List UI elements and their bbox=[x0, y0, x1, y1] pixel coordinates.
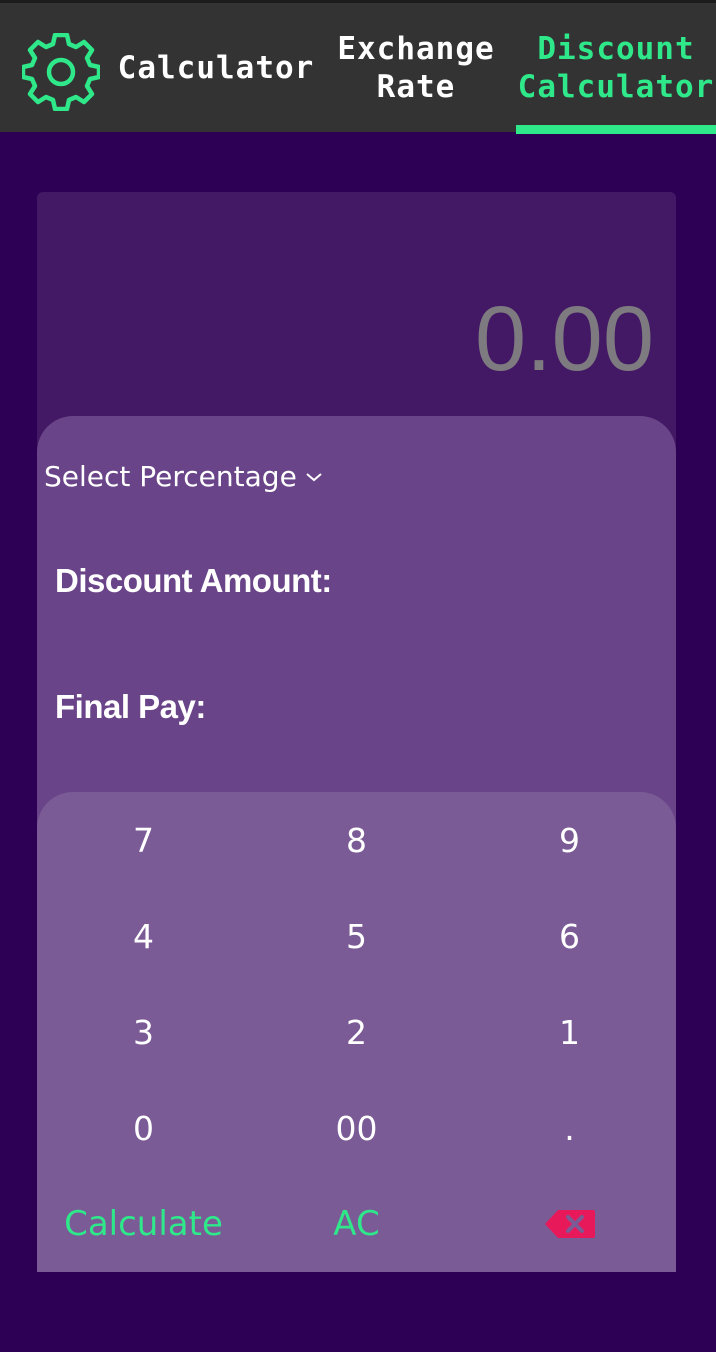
tab-calculator-label: Calculator bbox=[117, 49, 315, 86]
backspace-button[interactable] bbox=[463, 1176, 676, 1272]
active-tab-indicator bbox=[516, 125, 716, 134]
key-6[interactable]: 6 bbox=[463, 888, 676, 984]
tab-exchange-rate-label: Exchange Rate bbox=[337, 30, 494, 106]
discount-amount-label: Discount Amount: bbox=[55, 562, 332, 599]
key-00[interactable]: 00 bbox=[250, 1080, 463, 1176]
discount-info-panel: Select Percentage Discount Amount: Final… bbox=[37, 416, 676, 836]
key-9[interactable]: 9 bbox=[463, 792, 676, 888]
gear-icon[interactable] bbox=[22, 33, 100, 111]
clear-button[interactable]: AC bbox=[250, 1176, 463, 1272]
key-3[interactable]: 3 bbox=[37, 984, 250, 1080]
tab-discount-line1: Discount bbox=[537, 30, 695, 67]
key-7[interactable]: 7 bbox=[37, 792, 250, 888]
tab-discount-line2: Calculator bbox=[517, 68, 715, 105]
tab-exchange-rate-line2: Rate bbox=[376, 68, 456, 105]
backspace-icon bbox=[544, 1210, 595, 1238]
key-1[interactable]: 1 bbox=[463, 984, 676, 1080]
display-value: 0.00 bbox=[474, 288, 654, 390]
key-4[interactable]: 4 bbox=[37, 888, 250, 984]
keypad: 7 8 9 4 5 6 3 2 1 0 00 . Calculate AC bbox=[37, 792, 676, 1272]
key-2[interactable]: 2 bbox=[250, 984, 463, 1080]
key-0[interactable]: 0 bbox=[37, 1080, 250, 1176]
key-decimal[interactable]: . bbox=[463, 1080, 676, 1176]
tab-discount-calculator[interactable]: Discount Calculator bbox=[516, 3, 716, 132]
key-5[interactable]: 5 bbox=[250, 888, 463, 984]
final-pay-label: Final Pay: bbox=[55, 688, 206, 725]
top-tab-bar: Calculator Exchange Rate Discount Calcul… bbox=[0, 0, 716, 134]
key-8[interactable]: 8 bbox=[250, 792, 463, 888]
chevron-down-icon bbox=[306, 472, 322, 481]
select-percentage-dropdown[interactable]: Select Percentage bbox=[44, 460, 323, 493]
tab-calculator[interactable]: Calculator bbox=[112, 3, 320, 132]
calculate-button[interactable]: Calculate bbox=[37, 1176, 250, 1272]
tab-exchange-rate-line1: Exchange bbox=[337, 30, 495, 67]
tab-exchange-rate[interactable]: Exchange Rate bbox=[322, 3, 510, 132]
select-percentage-label: Select Percentage bbox=[44, 460, 297, 493]
tab-discount-calculator-label: Discount Calculator bbox=[518, 30, 715, 106]
